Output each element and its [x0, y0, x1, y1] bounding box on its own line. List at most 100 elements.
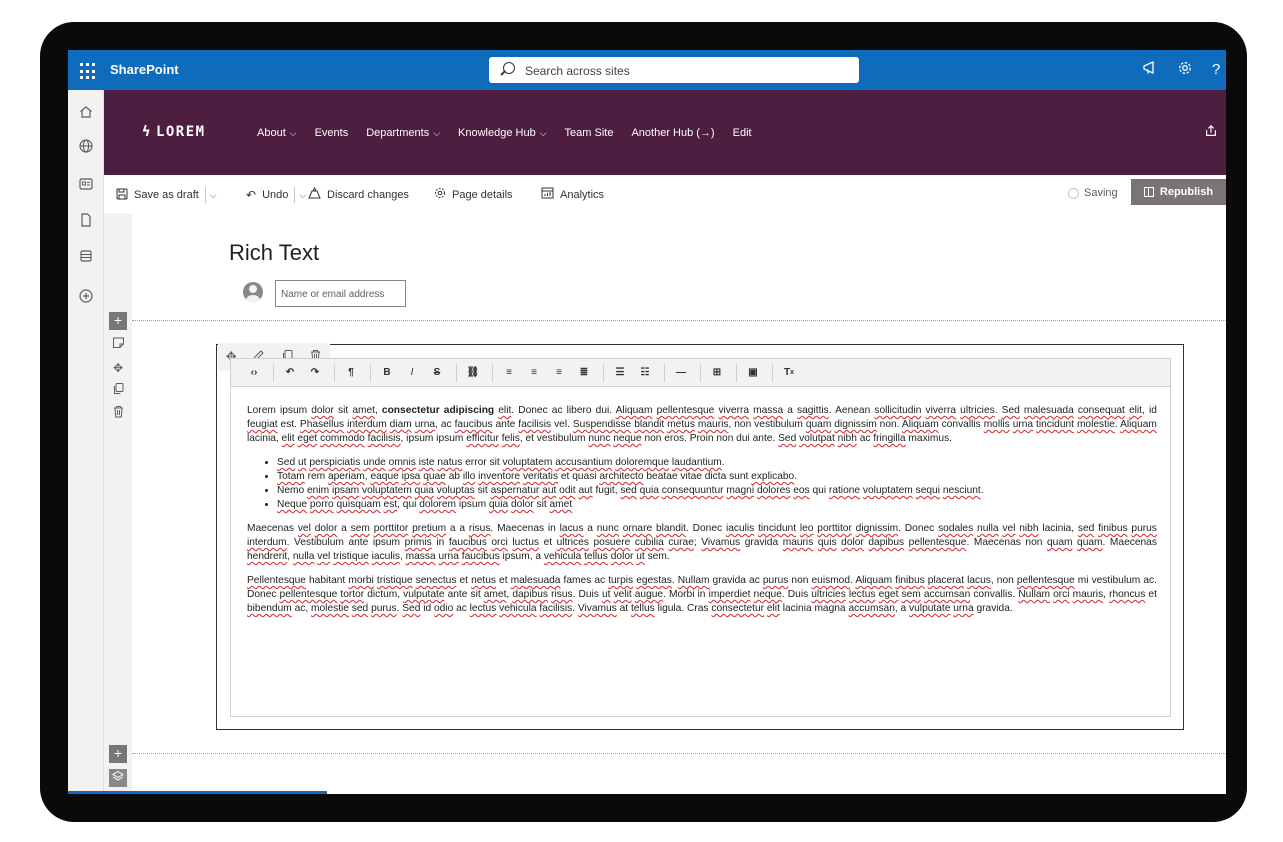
italic-icon[interactable]: I: [401, 363, 423, 383]
source-code-icon[interactable]: ‹›: [243, 363, 265, 383]
site-logo[interactable]: ϟ LOREM: [142, 124, 206, 140]
misspelled-word: dapibus: [512, 589, 549, 600]
app-brand[interactable]: SharePoint: [110, 62, 179, 77]
justify-icon[interactable]: ≣: [573, 363, 595, 383]
app-launcher-icon[interactable]: [74, 60, 98, 80]
republish-button[interactable]: Republish: [1131, 179, 1226, 205]
add-section-button[interactable]: +: [109, 745, 127, 763]
misspelled-word: dolor: [610, 551, 634, 562]
undo-icon[interactable]: ↶: [279, 363, 301, 383]
help-icon[interactable]: ?: [1212, 60, 1226, 80]
misspelled-word: aut: [542, 485, 557, 496]
align-right-icon[interactable]: ≡: [548, 363, 570, 383]
nav-item-label: About: [257, 127, 286, 139]
misspelled-word: facilisis: [367, 433, 401, 444]
redo-icon[interactable]: ↷: [304, 363, 326, 383]
search-box[interactable]: Search across sites: [489, 57, 859, 83]
misspelled-word: odit: [559, 485, 576, 496]
misspelled-word: tincidunt: [1036, 419, 1074, 430]
align-center-icon[interactable]: ≡: [523, 363, 545, 383]
page-title[interactable]: Rich Text: [229, 240, 319, 266]
align-left-icon[interactable]: ≡: [498, 363, 520, 383]
misspelled-word: ipsam: [331, 485, 360, 496]
text-run: , qui: [397, 499, 420, 510]
move-section-icon[interactable]: ✥: [109, 359, 127, 377]
gear-icon[interactable]: [1175, 60, 1195, 80]
numbered-list-icon[interactable]: ☷: [634, 363, 656, 383]
bulleted-list-icon[interactable]: ☰: [609, 363, 631, 383]
home-icon[interactable]: [76, 102, 96, 122]
save-icon: [116, 188, 128, 203]
misspelled-word: orci: [491, 537, 508, 548]
discard-changes-button[interactable]: Discard changes: [308, 186, 409, 202]
misspelled-word: architecto: [599, 471, 644, 482]
news-icon[interactable]: [76, 174, 96, 194]
text-run: . Duis: [572, 589, 602, 600]
analytics-button[interactable]: Analytics: [541, 187, 604, 202]
delete-section-icon[interactable]: [109, 405, 127, 423]
duplicate-section-icon[interactable]: [109, 382, 127, 400]
megaphone-icon[interactable]: [1140, 60, 1160, 80]
page-details-button[interactable]: Page details: [434, 187, 513, 202]
horizontal-rule-icon[interactable]: —: [670, 363, 692, 383]
text-run: sit: [333, 405, 353, 416]
add-circle-icon[interactable]: [76, 286, 96, 306]
text-run: ante sit: [444, 589, 484, 600]
nav-item-another-hub[interactable]: Another Hub (→): [631, 127, 714, 139]
misspelled-word: vehicula: [543, 551, 582, 562]
chevron-down-icon[interactable]: ⌵: [299, 190, 306, 201]
nav-item-team-site[interactable]: Team Site: [565, 127, 614, 139]
text-run: beatae vitae dicta sunt: [643, 471, 752, 482]
text-run: id: [420, 603, 434, 614]
misspelled-word: vehicula: [499, 603, 537, 614]
misspelled-word: bibendum: [247, 603, 292, 614]
author-input[interactable]: Name or email address: [275, 280, 406, 307]
list-icon[interactable]: [76, 246, 96, 266]
nav-item-about[interactable]: About ⌵: [257, 127, 297, 139]
gear-icon: [434, 187, 446, 202]
analytics-icon: [541, 187, 554, 202]
chevron-down-icon[interactable]: ⌵: [210, 190, 217, 201]
strikethrough-icon[interactable]: S: [426, 363, 448, 383]
bold-icon[interactable]: B: [376, 363, 398, 383]
text-run: .: [794, 471, 798, 482]
globe-icon[interactable]: [76, 136, 96, 156]
text-run: habitant: [305, 575, 349, 586]
text-run: gravida.: [973, 603, 1013, 614]
clear-formatting-icon[interactable]: Tx: [778, 363, 800, 383]
link-icon[interactable]: ⛓: [462, 363, 484, 383]
nav-item-knowledge-hub[interactable]: Knowledge Hub ⌵: [458, 127, 547, 139]
misspelled-word: Suspendisse: [572, 419, 632, 430]
misspelled-word: massa: [405, 551, 436, 562]
undo-button[interactable]: ↶ Undo ⌵: [246, 187, 306, 203]
misspelled-word: quam: [805, 419, 832, 430]
list-item: Neque porro quisquam est, qui dolorem ip…: [277, 498, 1157, 512]
search-input[interactable]: Search across sites: [525, 64, 630, 78]
file-icon[interactable]: [76, 210, 96, 230]
misspelled-word: ultricies: [811, 589, 846, 600]
image-icon[interactable]: ▣: [742, 363, 764, 383]
misspelled-word: placerat: [927, 575, 965, 586]
misspelled-word: Sed: [1001, 405, 1020, 416]
misspelled-word: mauris: [1072, 589, 1104, 600]
nav-item-events[interactable]: Events: [315, 127, 349, 139]
site-logo-text: LOREM: [155, 124, 206, 140]
share-icon[interactable]: [1204, 124, 1218, 141]
rich-text-editor[interactable]: ‹› ↶ ↷ ¶ B I S ⛓ ≡ ≡ ≡ ≣ ☰ ☷ — ⊞ ▣ T x L…: [230, 358, 1171, 717]
misspelled-word: facilisis: [539, 603, 573, 614]
misspelled-word: luctus: [512, 537, 539, 548]
misspelled-word: nesciunt: [942, 485, 981, 496]
add-section-button[interactable]: +: [109, 312, 127, 330]
nav-item-edit[interactable]: Edit: [733, 127, 752, 139]
loading-bar: [68, 791, 327, 794]
editor-content[interactable]: Lorem ipsum dolor sit amet, consectetur …: [247, 404, 1157, 626]
paragraph-format-icon[interactable]: ¶: [340, 363, 362, 383]
edit-section-icon[interactable]: [109, 336, 127, 354]
layers-icon[interactable]: [109, 769, 127, 787]
misspelled-word: dolor: [311, 405, 334, 416]
save-as-draft-button[interactable]: Save as draft ⌵: [116, 187, 217, 203]
saving-status: Saving: [1068, 187, 1118, 199]
misspelled-word: voluptatem: [361, 485, 412, 496]
nav-item-departments[interactable]: Departments ⌵: [366, 127, 440, 139]
table-icon[interactable]: ⊞: [706, 363, 728, 383]
